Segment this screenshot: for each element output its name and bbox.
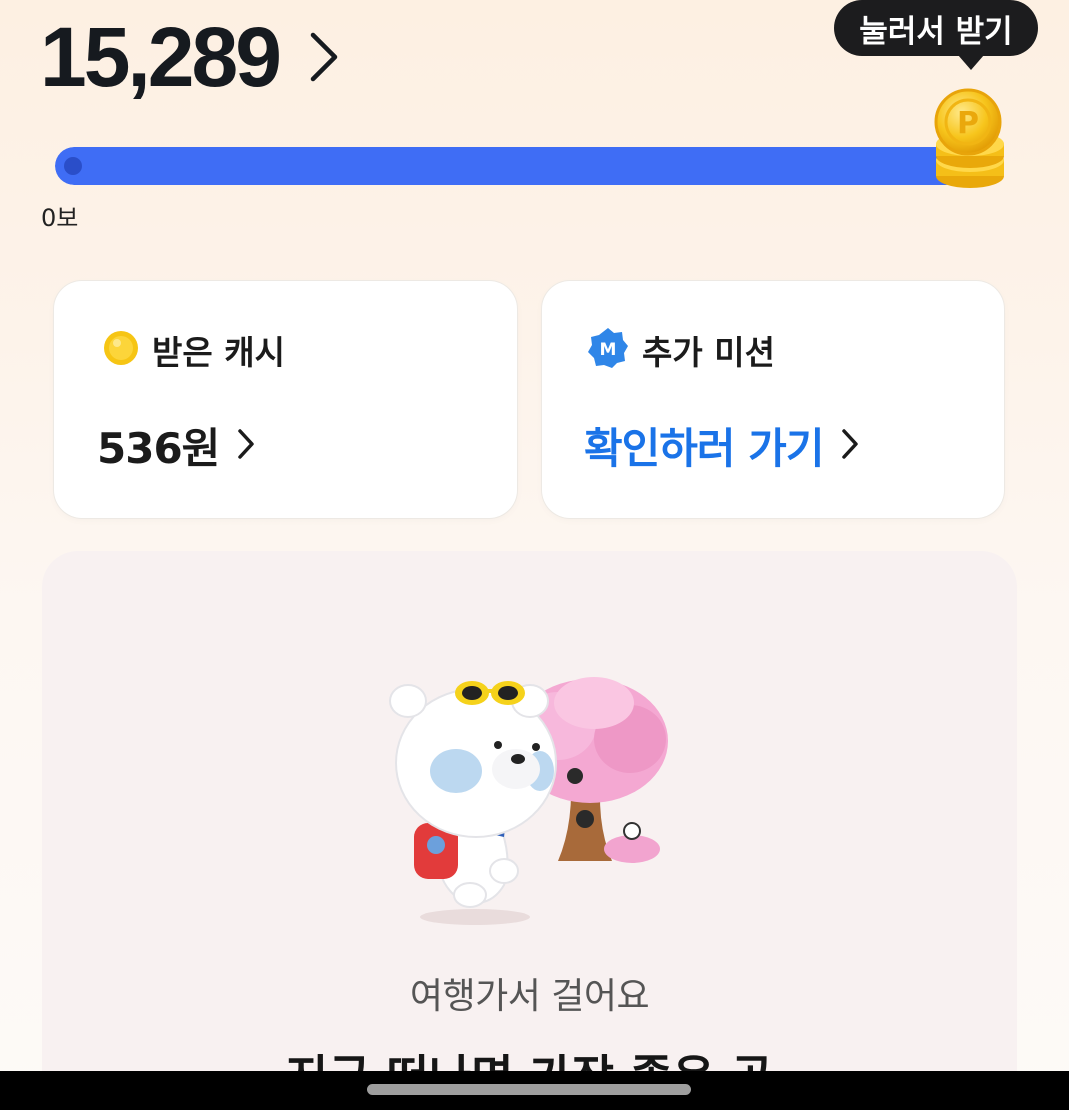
progress-start-label: 0보: [41, 204, 79, 232]
claim-reward-label: 눌러서 받기: [859, 13, 1013, 50]
step-count: 15,289: [40, 10, 282, 104]
received-cash-title: 받은 캐시: [152, 333, 285, 372]
step-progress-bar: [55, 147, 965, 185]
mission-badge-icon: M: [586, 326, 630, 374]
tooltip-tail: [958, 55, 984, 70]
svg-text:P: P: [957, 106, 979, 141]
extra-mission-title: 추가 미션: [642, 333, 775, 372]
chevron-right-icon: [841, 428, 859, 464]
promo-subtitle: 여행가서 걸어요: [409, 976, 650, 1017]
bear-character-illustration: [380, 671, 690, 931]
chevron-right-icon: [237, 428, 255, 464]
travel-promo-card[interactable]: 여행가서 걸어요 지금 떠나면 가장 좋은 곳: [42, 551, 1017, 1110]
received-cash-amount: 536원: [97, 424, 220, 473]
svg-text:M: M: [600, 340, 617, 360]
coin-stack-icon[interactable]: P: [928, 84, 1012, 194]
extra-mission-card[interactable]: M 추가 미션 확인하러 가기: [542, 281, 1004, 518]
step-progress-fill: [55, 147, 965, 185]
claim-reward-tooltip[interactable]: 눌러서 받기: [834, 0, 1038, 56]
gold-coin-icon: [102, 329, 140, 371]
chevron-right-icon: [309, 31, 339, 87]
step-count-button[interactable]: 15,289: [40, 12, 339, 102]
go-check-link: 확인하러 가기: [584, 424, 824, 473]
home-gesture-handle[interactable]: [367, 1084, 691, 1095]
progress-start-dot: [64, 157, 82, 175]
received-cash-card[interactable]: 받은 캐시 536원: [54, 281, 517, 518]
